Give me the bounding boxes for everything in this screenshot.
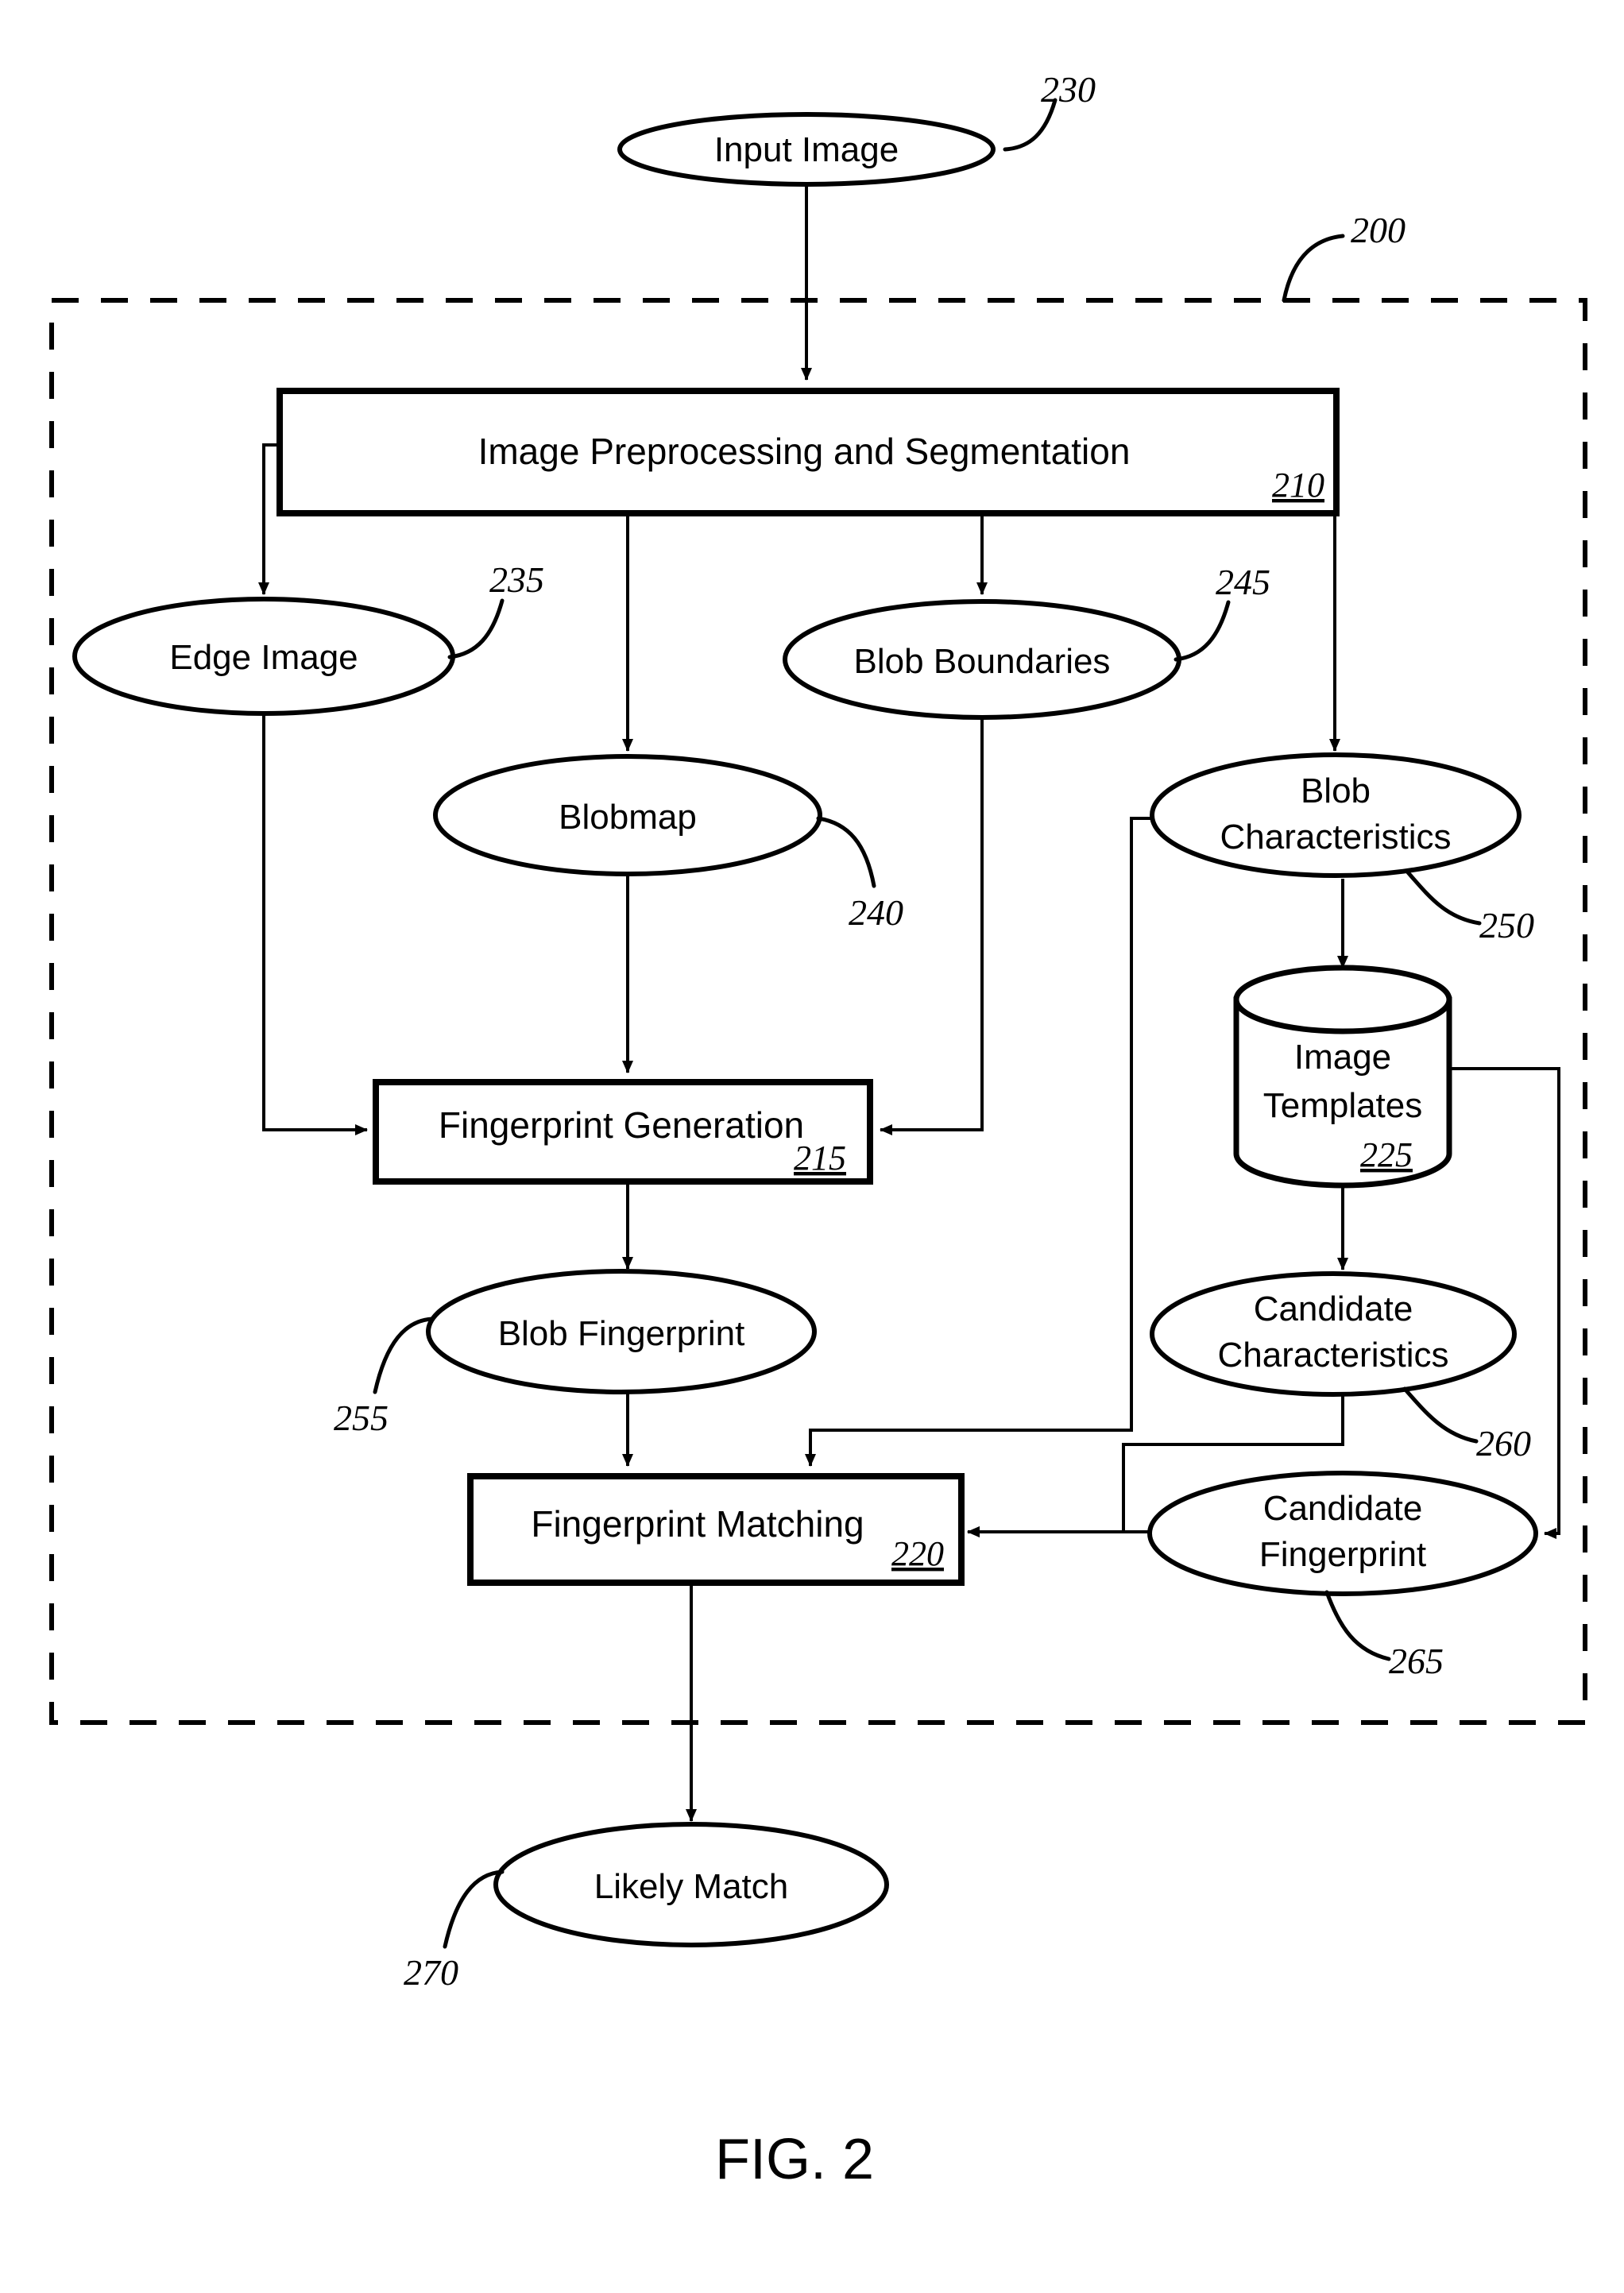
- figure-caption: FIG. 2: [715, 2128, 874, 2191]
- ref-label-200: 200: [1351, 210, 1406, 250]
- candidate-fingerprint-label-line2: Fingerprint: [1259, 1535, 1426, 1574]
- leader-line-250: [1406, 870, 1482, 926]
- leader-line-200: [1282, 234, 1345, 303]
- ref-label-250: 250: [1479, 905, 1534, 945]
- node-blob-boundaries[interactable]: Blob Boundaries: [783, 599, 1181, 720]
- ref-label-240: 240: [849, 892, 903, 933]
- blob-boundaries-label: Blob Boundaries: [854, 642, 1111, 681]
- candidate-characteristics-label-line1: Candidate: [1254, 1290, 1413, 1328]
- node-image-templates[interactable]: Image Templates 225: [1233, 965, 1452, 1189]
- ref-label-230: 230: [1041, 69, 1096, 110]
- preprocessing-label: Image Preprocessing and Segmentation: [478, 431, 1131, 472]
- image-templates-label-line1: Image: [1294, 1038, 1391, 1077]
- ref-label-210: 210: [1272, 466, 1324, 505]
- node-fingerprint-generation[interactable]: Fingerprint Generation 215: [373, 1079, 873, 1185]
- ref-label-270: 270: [404, 1952, 458, 1993]
- ref-label-260: 260: [1476, 1423, 1531, 1464]
- node-candidate-characteristics[interactable]: Candidate Characteristics: [1150, 1271, 1517, 1397]
- leader-line-245: [1174, 600, 1231, 662]
- leader-line-240: [816, 816, 876, 888]
- node-candidate-fingerprint[interactable]: Candidate Fingerprint: [1147, 1471, 1538, 1596]
- leader-line-265: [1324, 1590, 1391, 1661]
- node-blob-characteristics[interactable]: Blob Characteristics: [1150, 752, 1522, 878]
- fingerprint-generation-label: Fingerprint Generation: [439, 1104, 804, 1146]
- ref-label-255: 255: [334, 1398, 389, 1438]
- ref-label-215: 215: [794, 1139, 846, 1177]
- blob-characteristics-label-line1: Blob: [1301, 771, 1371, 810]
- patent-figure-page: 200 Input Image 230 Image Preprocessing …: [0, 0, 1624, 2293]
- fingerprint-matching-label: Fingerprint Matching: [531, 1503, 864, 1545]
- node-blob-fingerprint[interactable]: Blob Fingerprint: [426, 1269, 817, 1394]
- blobmap-label: Blobmap: [559, 798, 697, 837]
- image-templates-cylinder-top: [1233, 965, 1452, 1034]
- ref-label-220: 220: [891, 1534, 944, 1573]
- leader-line-235: [447, 598, 505, 659]
- ref-label-265: 265: [1389, 1641, 1444, 1681]
- input-image-label: Input Image: [714, 130, 899, 169]
- likely-match-label: Likely Match: [594, 1867, 789, 1906]
- node-likely-match[interactable]: Likely Match: [493, 1822, 889, 1947]
- candidate-characteristics-label-line2: Characteristics: [1218, 1336, 1449, 1375]
- ref-label-235: 235: [489, 559, 544, 600]
- candidate-fingerprint-label-line1: Candidate: [1263, 1489, 1423, 1528]
- blob-characteristics-label-line2: Characteristics: [1220, 818, 1452, 856]
- edge-image-label: Edge Image: [169, 638, 358, 677]
- leader-line-260: [1402, 1386, 1479, 1444]
- image-templates-label-line2: Templates: [1263, 1086, 1423, 1125]
- node-edge-image[interactable]: Edge Image: [72, 597, 455, 716]
- ref-label-245: 245: [1216, 562, 1270, 602]
- ref-label-225: 225: [1360, 1135, 1413, 1174]
- node-fingerprint-matching[interactable]: Fingerprint Matching 220: [467, 1473, 965, 1586]
- node-blobmap[interactable]: Blobmap: [433, 754, 822, 876]
- blob-fingerprint-label: Blob Fingerprint: [498, 1314, 745, 1353]
- leader-line-255: [373, 1317, 435, 1394]
- node-input-image[interactable]: Input Image: [617, 112, 996, 187]
- connector-edge-image-to-fingerprint-generation: [262, 715, 368, 1135]
- flow-diagram-canvas: 200 Input Image 230 Image Preprocessing …: [49, 69, 1587, 2191]
- node-image-preprocessing[interactable]: Image Preprocessing and Segmentation 210: [276, 388, 1340, 516]
